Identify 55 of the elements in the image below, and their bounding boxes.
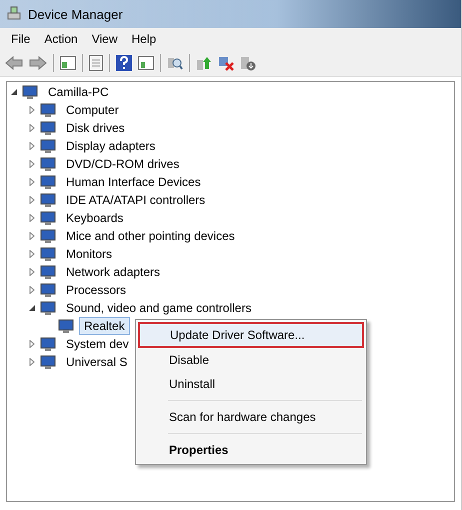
expander-icon[interactable]: [27, 303, 37, 313]
device-icon: [40, 192, 58, 208]
tree-item[interactable]: Sound, video and game controllers: [61, 299, 256, 317]
device-icon: [40, 228, 58, 244]
device-icon: [40, 354, 58, 370]
tree-item[interactable]: IDE ATA/ATAPI controllers: [61, 191, 210, 209]
device-icon: [40, 156, 58, 172]
cross-icon[interactable]: [218, 55, 234, 71]
tree-item[interactable]: Universal S: [61, 353, 132, 371]
tree-item[interactable]: Human Interface Devices: [61, 173, 206, 191]
menu-item[interactable]: Update Driver Software...: [138, 322, 364, 348]
forward-arrow-icon[interactable]: [29, 56, 47, 70]
device-icon: [58, 318, 76, 334]
tree-item[interactable]: Disk drives: [61, 119, 130, 137]
device-icon: [40, 210, 58, 226]
tree-item[interactable]: Processors: [61, 281, 132, 299]
download-arrow-icon[interactable]: [240, 55, 256, 71]
computer-icon: [6, 6, 22, 22]
device-icon: [40, 282, 58, 298]
window-pane-icon[interactable]: [138, 56, 154, 70]
menu-item[interactable]: Disable: [138, 348, 364, 372]
device-icon: [40, 120, 58, 136]
menu-item[interactable]: Help: [124, 30, 164, 48]
menu-item[interactable]: View: [84, 30, 124, 48]
device-icon: [40, 174, 58, 190]
up-arrow-icon[interactable]: [196, 55, 212, 71]
device-icon: [40, 264, 58, 280]
magnifier-icon[interactable]: [167, 55, 183, 71]
window-pane-icon[interactable]: [60, 56, 76, 70]
back-arrow-icon[interactable]: [5, 56, 23, 70]
menu-item[interactable]: Uninstall: [138, 372, 364, 396]
device-icon: [40, 300, 58, 316]
device-icon: [40, 138, 58, 154]
tree-item[interactable]: Mice and other pointing devices: [61, 227, 240, 245]
tree-item[interactable]: Monitors: [61, 245, 118, 263]
tree-item[interactable]: Keyboards: [61, 209, 128, 227]
menu-item[interactable]: File: [4, 30, 38, 48]
tree-item[interactable]: Network adapters: [61, 263, 166, 281]
device-icon: [40, 336, 58, 352]
window-title: Device Manager: [28, 6, 123, 22]
help-icon[interactable]: [116, 55, 132, 71]
device-icon: [40, 102, 58, 118]
tree-item[interactable]: Display adapters: [61, 137, 160, 155]
menu-item[interactable]: Action: [37, 30, 85, 48]
tree-item[interactable]: Realtek: [79, 317, 130, 335]
tree-item[interactable]: Computer: [61, 101, 124, 119]
device-icon: [40, 246, 58, 262]
menu-item[interactable]: Properties: [138, 438, 364, 462]
document-icon[interactable]: [89, 55, 103, 71]
tree-item[interactable]: DVD/CD-ROM drives: [61, 155, 184, 173]
tree-item[interactable]: System dev: [61, 335, 134, 353]
tree-item[interactable]: Camilla-PC: [43, 83, 114, 101]
device-icon: [22, 84, 40, 100]
menu-item[interactable]: Scan for hardware changes: [138, 405, 364, 429]
expander-icon[interactable]: [9, 87, 19, 97]
